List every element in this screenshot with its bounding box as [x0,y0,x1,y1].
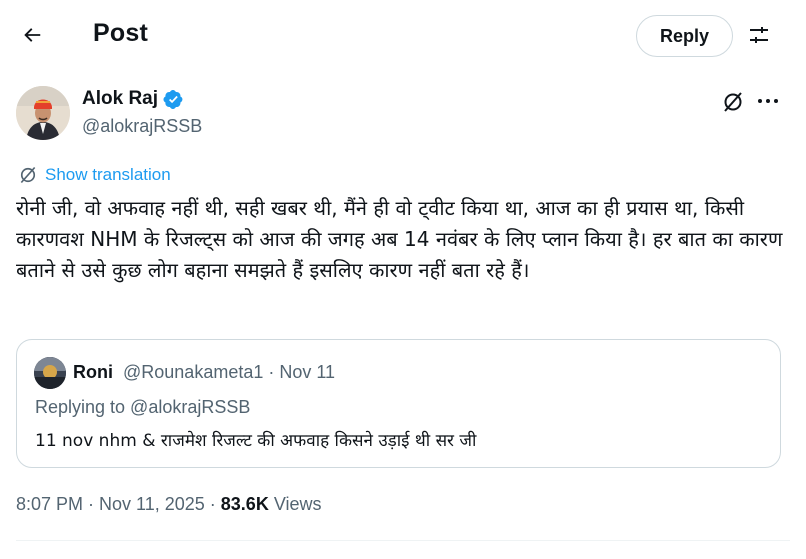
profile-photo [16,86,70,140]
quoted-profile-photo [34,357,66,389]
avatar[interactable] [16,86,70,140]
author-handle[interactable]: @alokrajRSSB [82,116,202,137]
show-translation-label: Show translation [45,165,171,184]
replying-to: Replying to @alokrajRSSB [35,397,251,417]
author-name[interactable]: Alok Raj [82,88,184,110]
quoted-avatar [34,357,66,389]
views-count: 83.6K [220,494,269,514]
translate-icon [20,166,36,184]
quoted-text: 11 nov nhm & राजमेश रिजल्ट की अफवाह किसन… [35,431,477,451]
views-label: Views [268,494,322,514]
more-horizontal-icon [758,99,778,103]
top-bar: Post Reply [0,0,806,70]
grok-button[interactable] [720,89,746,115]
quoted-author-name: Roni [73,362,113,382]
back-button[interactable] [14,17,50,53]
show-translation-link[interactable]: Show translation [18,165,171,185]
post-metadata: 8:07 PM · Nov 11, 2025 · 83.6K Views [16,494,322,515]
reply-button[interactable]: Reply [636,15,733,57]
quoted-author-handle-date: @Rounakameta1 · Nov 11 [123,362,336,382]
author-name-label: Alok Raj [82,88,159,109]
arrow-left-icon [24,28,41,42]
settings-button[interactable] [744,20,774,50]
timestamp[interactable]: 8:07 PM · Nov 11, 2025 · [16,494,221,514]
divider [16,540,790,541]
page-title: Post [93,19,148,47]
more-options-button[interactable] [754,88,782,114]
grok-icon [724,92,742,112]
quoted-post[interactable]: Roni @Rounakameta1 · Nov 11 Replying to … [16,339,781,468]
sliders-icon [750,27,768,43]
post-text: रोनी जी, वो अफवाह नहीं थी, सही खबर थी, म… [16,196,783,282]
verified-badge-icon [163,89,183,109]
